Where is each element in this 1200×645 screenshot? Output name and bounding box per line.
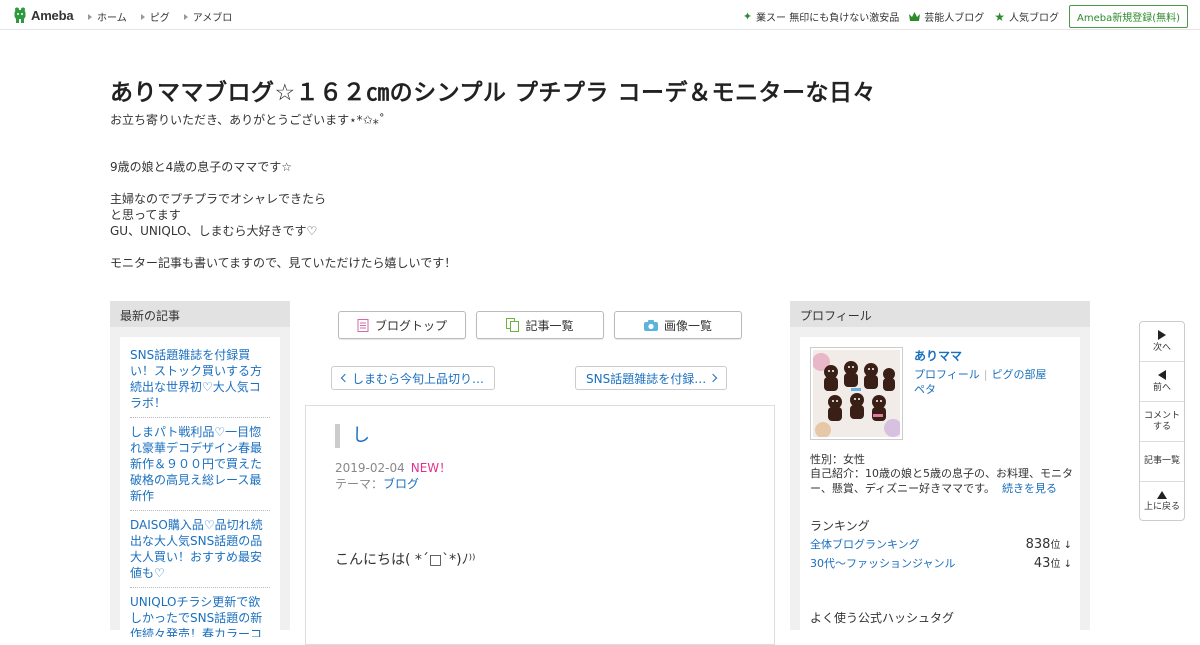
profile-content: ありママ プロフィール | ピグの部屋 ペタ 性別：女性 自己紹介：10歳の娘と5歳… [800,337,1080,637]
prev-article-link[interactable]: しまむら今旬上品切り… [331,366,496,390]
sparkle-icon: ✦ [742,10,753,23]
nav-home[interactable]: ホーム [88,9,127,24]
celebrity-blog-link[interactable]: 芸能人ブログ [909,9,984,24]
avatar-image [812,350,902,438]
profile-gender: 性別：女性 [810,453,865,466]
recent-article-item[interactable]: UNIQLOチラシ更新で欲しかったでSNS話題の新作続々発売！春カラーコーデ最新… [130,594,270,637]
nav-ameblo[interactable]: アメブロ [183,9,232,24]
theme-link[interactable]: ブログ [383,477,419,491]
divider: | [983,368,988,381]
ranking-row: 全体ブログランキング 838位 ↓ [810,536,1072,552]
copy-icon [506,318,520,332]
ranking-value: 838位 ↓ [1025,537,1072,552]
back-to-top-button[interactable]: 上に戻る [1140,482,1184,522]
recent-article-item[interactable]: しまパト戦利品♡一目惚れ豪華デコデザイン春最新作＆９００円で買えた破格の高見え総… [130,424,270,511]
ranking-heading: ランキング [810,519,870,533]
next-icon [1158,329,1166,340]
ameba-logo[interactable]: Ameba [13,6,74,24]
profile-intro: 自己紹介：10歳の娘と5歳の息子の、お料理、モニター、懸賞、ディズニー好きママで… [810,467,1073,495]
next-button[interactable]: 次へ [1140,322,1184,362]
recent-articles-box: 最新の記事 SNS話題雑誌を付録買い！ストック買いする方続出な世界初♡大人気コラ… [110,301,290,637]
blog-top-button[interactable]: ブログトップ [338,311,466,339]
image-list-button[interactable]: 画像一覧 [614,311,742,339]
top-nav: ホーム ピグ アメブロ [88,9,246,24]
nav-pigg[interactable]: ピグ [140,9,170,24]
logo-text: Ameba [31,7,74,23]
article-date: 2019-02-04 [335,461,405,475]
top-right-links: ✦ 業スー 無印にも負けない激安品 芸能人ブログ ★ 人気ブログ Ameba新規… [743,5,1188,28]
profile-link[interactable]: プロフィール [914,368,980,381]
next-article-link[interactable]: SNS話題雑誌を付録… [575,366,728,390]
ranking-label[interactable]: 30代〜ファッションジャンル [810,555,955,571]
profile-links: プロフィール | ピグの部屋 ペタ [914,367,1074,397]
ranking-row: 30代〜ファッションジャンル 43位 ↓ [810,555,1072,571]
article-list-float-button[interactable]: 記事一覧 [1140,442,1184,482]
avatar[interactable] [810,347,903,440]
chevron-left-icon [340,373,350,383]
arrow-right-icon [88,13,92,20]
recent-article-item[interactable]: DAISO購入品♡品切れ続出な大人気SNS話題の品大人買い！おすすめ最安値も♡ [130,517,270,588]
featured-link[interactable]: ✦ 業スー 無印にも負けない激安品 [743,9,899,24]
up-icon [1157,491,1167,499]
profile-name[interactable]: ありママ [914,347,962,364]
blog-subtitle: お立ち寄りいただき、ありがとうございます⋆*✩⁎˚ [110,113,385,127]
blog-nav-buttons: ブログトップ 記事一覧 画像一覧 [338,311,752,339]
floating-nav: 次へ 前へ コメントする 記事一覧 上に戻る [1139,321,1185,521]
register-button[interactable]: Ameba新規登録(無料) [1068,5,1188,28]
crown-icon [909,12,921,21]
blog-description: 9歳の娘と4歳の息子のママです☆ 主婦なのでプチプラでオシャレできたら と思って… [110,160,457,270]
prev-icon [1158,369,1166,380]
chevron-right-icon [708,373,718,383]
new-badge: NEW！ [410,461,452,475]
document-icon [357,318,369,332]
profile-box: プロフィール ありママ プロフィール | ピグの部屋 ペタ 性別：女性 自己紹介… [790,301,1090,637]
star-icon: ★ [994,9,1005,24]
article: し 2019-02-04 NEW！ テーマ：ブログ こんにちは( *´□`*)ﾉ⁾… [305,405,775,645]
article-title[interactable]: し [335,424,370,448]
arrow-right-icon [183,13,188,20]
recent-article-item[interactable]: SNS話題雑誌を付録買い！ストック買いする方続出な世界初♡大人気コラボ！ [130,347,270,418]
article-list-button[interactable]: 記事一覧 [476,311,604,339]
popular-blog-link[interactable]: ★ 人気ブログ [994,9,1059,25]
hashtag-heading: よく使う公式ハッシュタグ [810,611,955,625]
camera-icon [643,319,658,331]
article-meta: 2019-02-04 NEW！ [335,459,451,476]
pigg-room-link[interactable]: ピグの部屋 [992,368,1047,381]
comment-button[interactable]: コメントする [1140,402,1184,442]
blog-title[interactable]: ありママブログ☆１６２㎝のシンプル プチプラ コーデ＆モニターな日々 [110,73,876,107]
profile-heading: プロフィール [790,301,1090,327]
recent-articles-list: SNS話題雑誌を付録買い！ストック買いする方続出な世界初♡大人気コラボ！ しまパ… [120,337,280,637]
ameba-mascot-icon [14,7,26,23]
read-more-link[interactable]: 続きを見る [1002,482,1057,495]
article-theme: テーマ：ブログ [335,477,420,491]
ranking-value: 43位 ↓ [1033,556,1072,571]
prev-button[interactable]: 前へ [1140,362,1184,402]
recent-articles-heading: 最新の記事 [110,301,290,327]
peta-link[interactable]: ペタ [914,383,936,396]
ranking-label[interactable]: 全体ブログランキング [810,536,920,552]
article-body: こんにちは( *´□`*)ﾉ⁾⁾ [335,552,476,568]
top-bar: Ameba ホーム ピグ アメブロ ✦ 業スー 無印にも負けない激安品 芸能人ブ… [0,0,1200,30]
arrow-right-icon [140,13,145,20]
